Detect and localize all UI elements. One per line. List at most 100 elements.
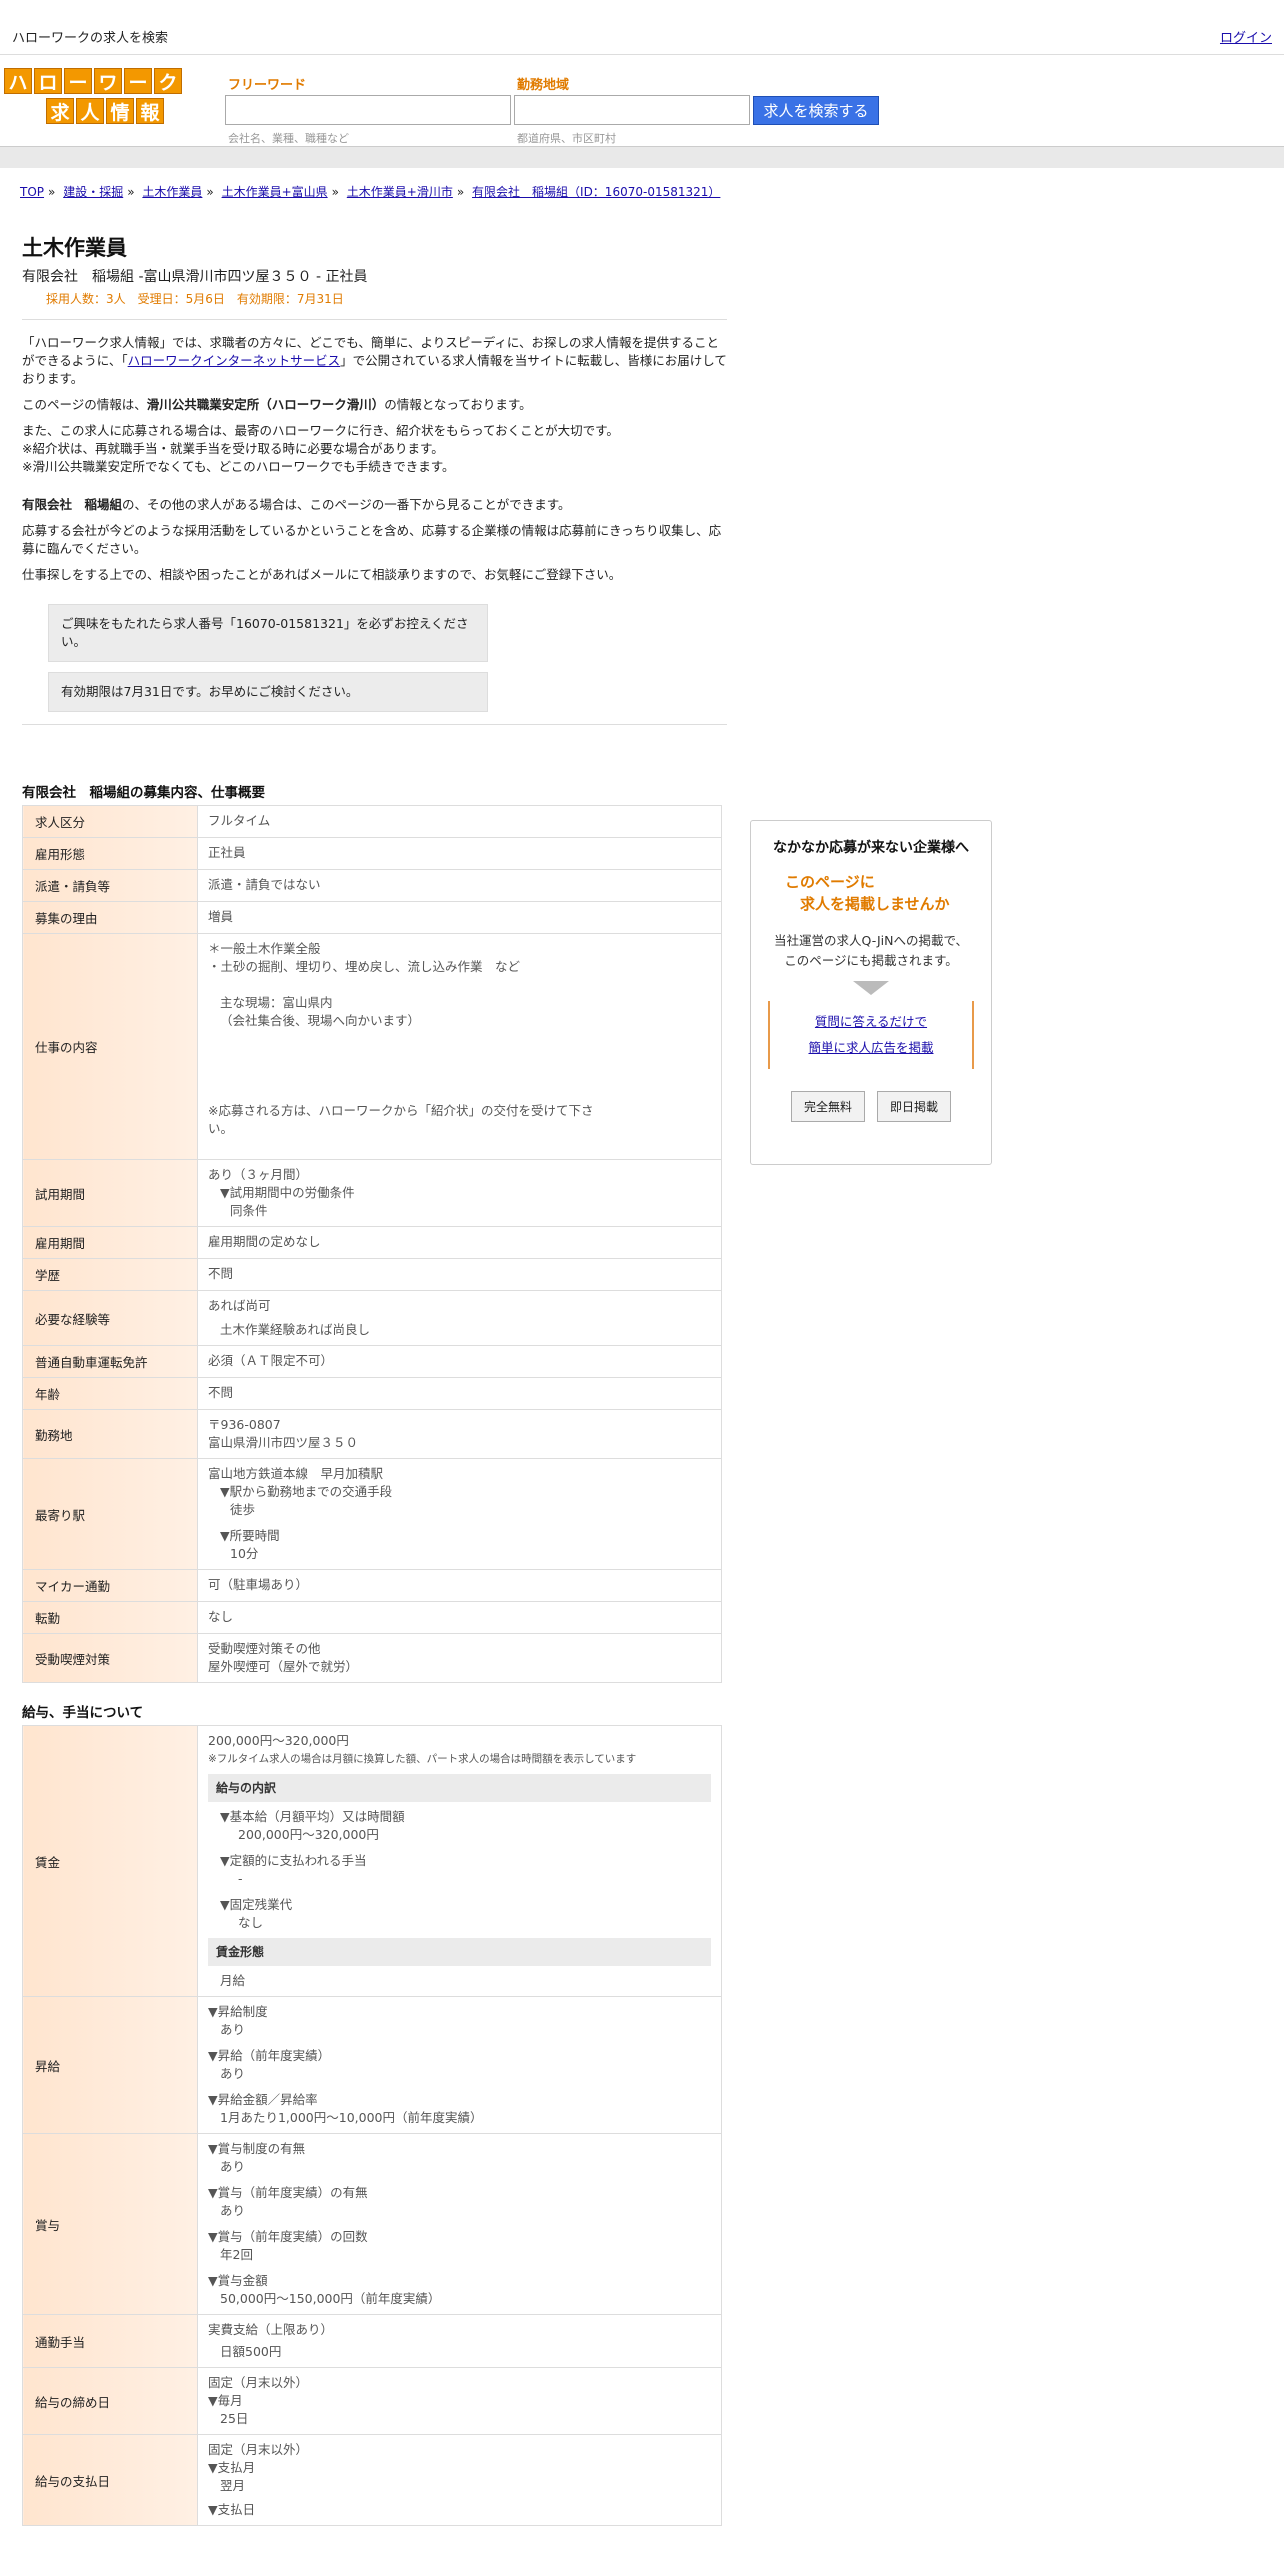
hellowork-internet-link[interactable]: ハローワークインターネットサービス: [128, 353, 341, 368]
table-row: 必要な経験等 あれば尚可 土木作業経験あれば尚良し: [22, 1290, 722, 1346]
logo-row-2: 求 人 情 報: [46, 98, 164, 124]
area-input[interactable]: [514, 95, 750, 125]
ad-link-question[interactable]: 質問に答えるだけで: [815, 1014, 927, 1029]
table-row-value: 200,000円〜320,000円 ※フルタイム求人の場合は月額に換算した額、パ…: [197, 1725, 722, 1997]
table-row-value: 不問: [197, 1377, 722, 1410]
freeword-input[interactable]: [225, 95, 511, 125]
table-row-value: 実費支給（上限あり） 日額500円: [197, 2314, 722, 2368]
table-row-value: ＊一般土木作業全般 ・土砂の掘削、埋切り、埋め戻し、流し込み作業 など 主な現場…: [197, 933, 722, 1160]
ad-heading: なかなか応募が来ない企業様へ: [773, 840, 969, 856]
logo-char: ワ: [94, 68, 122, 94]
table-row-label: 給与の締め日: [22, 2367, 198, 2435]
table-row-label: マイカー通勤: [22, 1569, 198, 1602]
logo-char: ロ: [34, 68, 62, 94]
table-row: 最寄り駅 富山地方鉄道本線 早月加積駅 ▼駅から勤務地までの交通手段 徒歩 ▼所…: [22, 1458, 722, 1570]
intro-paragraph-4: 有限会社 稲場組の、その他の求人がある場合は、このページの一番下から見ることがで…: [22, 497, 571, 512]
advertise-box: なかなか応募が来ない企業様へ このページに 求人を掲載しませんか 当社運営の求人…: [750, 820, 992, 1165]
table-row-value: フルタイム: [197, 805, 722, 838]
breadcrumb-job[interactable]: 土木作業員: [142, 185, 202, 199]
table-row: 試用期間 あり（３ヶ月間） ▼試用期間中の労働条件 同条件: [22, 1159, 722, 1227]
table-row-label: 募集の理由: [22, 901, 198, 934]
breadcrumb: TOP» 建設・採掘» 土木作業員» 土木作業員+富山県» 土木作業員+滑川市»…: [20, 185, 721, 199]
breadcrumb-category[interactable]: 建設・採掘: [63, 185, 123, 199]
logo-row-1: ハ ロ ー ワ ー ク: [4, 68, 182, 94]
table-row-label: 給与の支払日: [22, 2434, 198, 2526]
salary-section-title: 給与、手当について: [22, 1705, 144, 1721]
table-row: 募集の理由 増員: [22, 901, 722, 934]
table-row-value: 正社員: [197, 837, 722, 870]
intro-paragraph-2: このページの情報は、滑川公共職業安定所（ハローワーク滑川）の情報となっております…: [22, 397, 532, 412]
table-row-label: 必要な経験等: [22, 1290, 198, 1346]
table-row-label: 昇給: [22, 1996, 198, 2134]
breadcrumb-company[interactable]: 有限会社 稲場組（ID：16070-01581321）: [472, 185, 720, 199]
table-row-label: 転勤: [22, 1601, 198, 1634]
table-row-value: 派遣・請負ではない: [197, 869, 722, 902]
ad-description: 当社運営の求人Q-JiNへの掲載で、 このページにも掲載されます。: [774, 933, 968, 968]
breadcrumb-city[interactable]: 土木作業員+滑川市: [347, 185, 453, 199]
table-row-value: 受動喫煙対策その他 屋外喫煙可（屋外で就労）: [197, 1633, 722, 1683]
table-row-value: 不問: [197, 1258, 722, 1291]
table-row: 賞与 ▼賞与制度の有無 あり ▼賞与（前年度実績）の有無 あり ▼賞与（前年度実績）…: [22, 2133, 722, 2315]
breadcrumb-prefecture[interactable]: 土木作業員+富山県: [222, 185, 328, 199]
arrow-down-icon: [853, 981, 889, 995]
table-row-value: なし: [197, 1601, 722, 1634]
same-day-badge-button[interactable]: 即日掲載: [877, 1091, 952, 1122]
table-row-label: 普通自動車運転免許: [22, 1345, 198, 1378]
freeword-hint: 会社名、業種、職種など: [228, 132, 349, 145]
table-row-value: ▼昇給制度 あり ▼昇給（前年度実績） あり ▼昇給金額／昇給率 1月あたり1,000…: [197, 1996, 722, 2134]
logo-char: 人: [76, 98, 104, 124]
area-hint: 都道府県、市区町村: [517, 132, 616, 145]
table-row: 仕事の内容 ＊一般土木作業全般 ・土砂の掘削、埋切り、埋め戻し、流し込み作業 な…: [22, 933, 722, 1160]
divider: [22, 724, 727, 725]
search-button[interactable]: 求人を検索する: [753, 96, 879, 125]
table-row: 給与の支払日 固定（月末以外） ▼支払月 翌月 ▼支払日: [22, 2434, 722, 2526]
ad-headline: このページに 求人を掲載しませんか: [785, 873, 950, 913]
overview-table: 求人区分 フルタイム 雇用形態 正社員 派遣・請負等 派遣・請負ではない 募集の理由増…: [22, 805, 722, 1683]
table-row-value: 富山地方鉄道本線 早月加積駅 ▼駅から勤務地までの交通手段 徒歩 ▼所要時間 1…: [197, 1458, 722, 1570]
salary-table: 賃金 200,000円〜320,000円 ※フルタイム求人の場合は月額に換算した…: [22, 1725, 722, 2526]
table-row-label: 最寄り駅: [22, 1458, 198, 1570]
intro-paragraph-3: また、この求人に応募される場合は、最寄のハローワークに行き、紹介状をもらっておく…: [22, 423, 619, 474]
table-row: 雇用期間 雇用期間の定めなし: [22, 1226, 722, 1259]
table-row-value: 増員: [197, 901, 722, 934]
table-row: 雇用形態 正社員: [22, 837, 722, 870]
table-row: マイカー通勤 可（駐車場あり）: [22, 1569, 722, 1602]
ad-link-box: 質問に答えるだけで 簡単に求人広告を掲載: [768, 1001, 974, 1069]
free-badge-button[interactable]: 完全無料: [790, 1091, 865, 1122]
table-row-label: 賞与: [22, 2133, 198, 2315]
breadcrumb-top[interactable]: TOP: [20, 185, 44, 199]
table-row: 普通自動車運転免許 必須（ＡＴ限定不可）: [22, 1345, 722, 1378]
intro-paragraph-1: 「ハローワーク求人情報」では、求職者の方々に、どこでも、簡単に、よりスピーディに…: [22, 335, 727, 386]
login-link[interactable]: ログイン: [1220, 27, 1272, 46]
table-row-label: 年齢: [22, 1377, 198, 1410]
table-row-value: 必須（ＡＴ限定不可）: [197, 1345, 722, 1378]
main-content: 土木作業員 有限会社 稲場組 -富山県滑川市四ツ屋３５０ - 正社員 採用人数：…: [22, 232, 727, 2526]
table-row-value: ▼賞与制度の有無 あり ▼賞与（前年度実績）の有無 あり ▼賞与（前年度実績）の回数…: [197, 2133, 722, 2315]
table-row: 受動喫煙対策 受動喫煙対策その他 屋外喫煙可（屋外で就労）: [22, 1633, 722, 1683]
table-row-label: 派遣・請負等: [22, 869, 198, 902]
table-row: 学歴 不問: [22, 1258, 722, 1291]
ad-link-post[interactable]: 簡単に求人広告を掲載: [808, 1040, 933, 1055]
table-row: 賃金 200,000円〜320,000円 ※フルタイム求人の場合は月額に換算した…: [22, 1725, 722, 1997]
table-row-value: あり（３ヶ月間） ▼試用期間中の労働条件 同条件: [197, 1159, 722, 1227]
expiry-note: 有効期限は7月31日です。お早めにご検討ください。: [48, 672, 488, 712]
table-row-label: 学歴: [22, 1258, 198, 1291]
top-bar: ハローワークの求人を検索 ログイン: [0, 0, 1284, 55]
logo-char: 情: [106, 98, 134, 124]
header-divider-bar: [0, 146, 1284, 168]
table-row-value: 固定（月末以外） ▼支払月 翌月 ▼支払日: [197, 2434, 722, 2526]
table-row-label: 雇用形態: [22, 837, 198, 870]
table-row-label: 求人区分: [22, 805, 198, 838]
table-row-label: 賃金: [22, 1725, 198, 1997]
site-logo[interactable]: ハ ロ ー ワ ー ク 求 人 情 報: [4, 68, 182, 126]
table-row-value: 固定（月末以外） ▼毎月 25日: [197, 2367, 722, 2435]
table-row: 年齢 不問: [22, 1377, 722, 1410]
table-row: 勤務地 〒936-0807 富山県滑川市四ツ屋３５０: [22, 1409, 722, 1459]
intro-paragraph-5: 応募する会社が今どのような採用活動をしているかということを含め、応募する企業様の…: [22, 523, 722, 556]
logo-char: ク: [154, 68, 182, 94]
table-row: 求人区分 フルタイム: [22, 805, 722, 838]
table-row-value: あれば尚可 土木作業経験あれば尚良し: [197, 1290, 722, 1346]
ad-buttons: 完全無料 即日掲載: [751, 1091, 991, 1122]
table-row-label: 勤務地: [22, 1409, 198, 1459]
table-row-value: 可（駐車場あり）: [197, 1569, 722, 1602]
